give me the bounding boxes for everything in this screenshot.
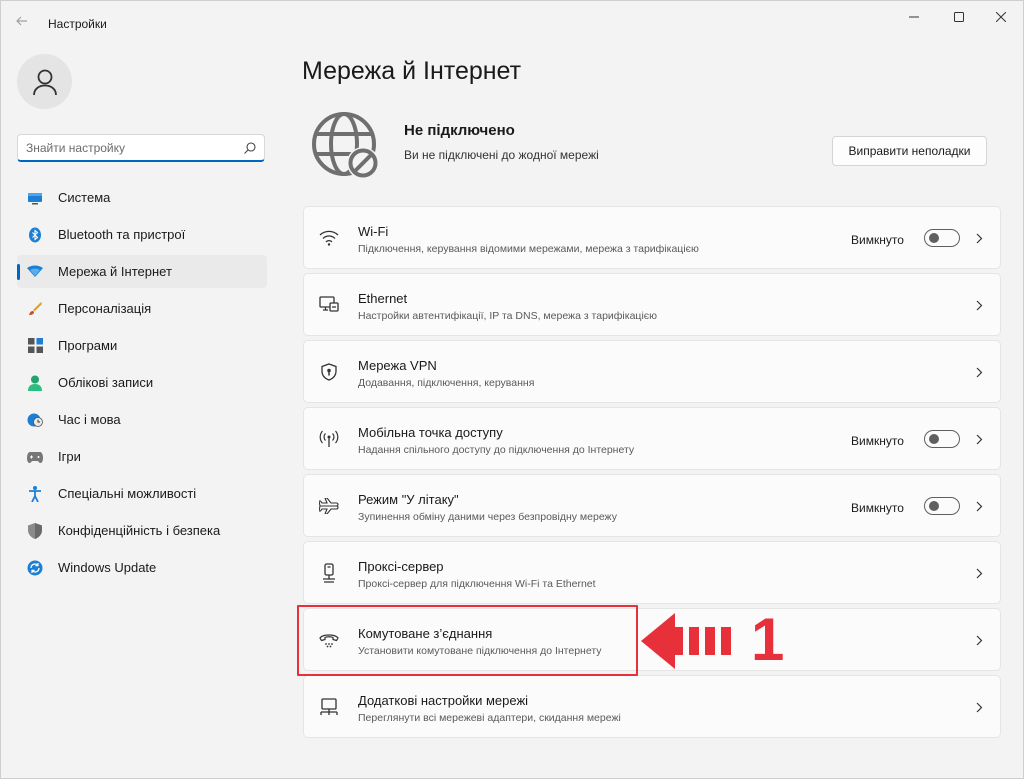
vpn-shield-icon xyxy=(319,362,339,382)
card-mobile-hotspot[interactable]: Мобільна точка доступу Надання спільного… xyxy=(303,407,1001,470)
close-icon xyxy=(996,12,1006,22)
maximize-button[interactable] xyxy=(944,7,974,27)
back-arrow-icon xyxy=(16,16,27,26)
sidebar-item-label: Облікові записи xyxy=(58,375,154,390)
sidebar-item-apps[interactable]: Програми xyxy=(17,329,267,362)
time-language-icon xyxy=(27,412,43,428)
card-title: Мобільна точка доступу xyxy=(358,425,503,440)
annotation-highlight-box xyxy=(297,605,638,676)
chevron-right-icon xyxy=(972,699,986,715)
gamepad-icon xyxy=(27,449,43,465)
status-subtitle: Ви не підключені до жодної мережі xyxy=(404,148,599,162)
windows-update-icon xyxy=(27,560,43,576)
chevron-right-icon xyxy=(972,431,986,447)
sidebar-item-label: Програми xyxy=(58,338,118,353)
sidebar-item-privacy[interactable]: Конфіденційність і безпека xyxy=(17,514,267,547)
sidebar-item-system[interactable]: Система xyxy=(17,181,267,214)
card-state-label: Вимкнуто xyxy=(851,434,904,448)
card-advanced-network[interactable]: Додаткові настройки мережі Переглянути в… xyxy=(303,675,1001,738)
sidebar-item-network[interactable]: Мережа й Інтернет xyxy=(17,255,267,288)
search-input[interactable] xyxy=(26,139,226,157)
back-button[interactable] xyxy=(15,14,35,32)
chevron-right-icon xyxy=(972,632,986,648)
accessibility-icon xyxy=(27,485,43,502)
annotation-number: 1 xyxy=(751,606,785,673)
sidebar-item-label: Ігри xyxy=(58,449,81,464)
chevron-right-icon xyxy=(972,498,986,514)
globe-disconnected-icon xyxy=(312,112,379,179)
status-title: Не підключено xyxy=(404,122,515,139)
sidebar-nav: Система Bluetooth та пристрої Мережа й І… xyxy=(17,181,267,588)
card-proxy[interactable]: Проксі-сервер Проксі-сервер для підключе… xyxy=(303,541,1001,604)
card-state-label: Вимкнуто xyxy=(851,233,904,247)
sidebar-item-label: Мережа й Інтернет xyxy=(58,264,172,279)
hotspot-icon xyxy=(319,429,339,449)
sidebar-item-label: Конфіденційність і безпека xyxy=(58,523,221,538)
airplane-icon xyxy=(319,496,339,516)
user-icon xyxy=(32,69,57,95)
airplane-toggle[interactable] xyxy=(924,497,960,515)
card-state-label: Вимкнуто xyxy=(851,501,904,515)
troubleshoot-button[interactable]: Виправити неполадки xyxy=(832,136,987,166)
sidebar-item-label: Персоналізація xyxy=(58,301,152,316)
sidebar-item-gaming[interactable]: Ігри xyxy=(17,440,267,473)
search-icon[interactable] xyxy=(243,141,257,155)
card-airplane-mode[interactable]: Режим "У літаку" Зупинення обміну даними… xyxy=(303,474,1001,537)
accounts-icon xyxy=(27,375,43,391)
card-ethernet[interactable]: Ethernet Настройки автентифікації, IP та… xyxy=(303,273,1001,336)
wifi-toggle[interactable] xyxy=(924,229,960,247)
shield-icon xyxy=(27,522,43,539)
card-subtitle: Надання спільного доступу до підключення… xyxy=(358,444,635,456)
card-subtitle: Зупинення обміну даними через безпровідн… xyxy=(358,511,617,523)
chevron-right-icon xyxy=(972,297,986,313)
chevron-right-icon xyxy=(972,230,986,246)
sidebar-item-label: Час і мова xyxy=(58,412,121,427)
search-box xyxy=(17,134,265,162)
red-arrow-left-icon xyxy=(641,613,731,669)
card-subtitle: Додавання, підключення, керування xyxy=(358,377,535,389)
sidebar-item-accounts[interactable]: Облікові записи xyxy=(17,366,267,399)
card-title: Проксі-сервер xyxy=(358,559,444,574)
chevron-right-icon xyxy=(972,565,986,581)
network-adapter-icon xyxy=(319,697,339,717)
card-wifi[interactable]: Wi-Fi Підключення, керування відомими ме… xyxy=(303,206,1001,269)
card-subtitle: Настройки автентифікації, IP та DNS, мер… xyxy=(358,310,658,322)
sidebar-item-time-language[interactable]: Час і мова xyxy=(17,403,267,436)
card-vpn[interactable]: Мережа VPN Додавання, підключення, керув… xyxy=(303,340,1001,403)
minimize-button[interactable] xyxy=(899,7,929,27)
apps-icon xyxy=(27,338,43,354)
system-display-icon xyxy=(27,190,43,206)
card-title: Додаткові настройки мережі xyxy=(358,693,529,708)
sidebar-item-windows-update[interactable]: Windows Update xyxy=(17,551,267,584)
card-title: Wi-Fi xyxy=(358,224,389,239)
card-title: Мережа VPN xyxy=(358,358,437,373)
wifi-icon xyxy=(319,228,339,248)
brush-icon xyxy=(27,301,43,317)
chevron-right-icon xyxy=(972,364,986,380)
proxy-icon xyxy=(319,563,339,583)
close-button[interactable] xyxy=(986,7,1016,27)
network-wifi-icon xyxy=(27,264,43,280)
minimize-icon xyxy=(909,16,919,18)
page-title: Мережа й Інтернет xyxy=(302,57,522,85)
sidebar-item-label: Bluetooth та пристрої xyxy=(58,227,186,242)
maximize-icon xyxy=(954,12,964,22)
bluetooth-icon xyxy=(27,227,43,243)
sidebar-item-label: Windows Update xyxy=(58,560,157,575)
avatar[interactable] xyxy=(17,54,72,109)
card-subtitle: Проксі-сервер для підключення Wi-Fi та E… xyxy=(358,578,596,590)
app-title: Настройки xyxy=(48,17,107,31)
sidebar-item-personalization[interactable]: Персоналізація xyxy=(17,292,267,325)
card-title: Ethernet xyxy=(358,291,408,306)
card-title: Режим "У літаку" xyxy=(358,492,459,507)
ethernet-icon xyxy=(319,295,339,315)
card-subtitle: Підключення, керування відомими мережами… xyxy=(358,243,699,255)
sidebar-item-accessibility[interactable]: Спеціальні можливості xyxy=(17,477,267,510)
sidebar-item-bluetooth[interactable]: Bluetooth та пристрої xyxy=(17,218,267,251)
sidebar-item-label: Система xyxy=(58,190,111,205)
sidebar-item-label: Спеціальні можливості xyxy=(58,486,197,501)
hotspot-toggle[interactable] xyxy=(924,430,960,448)
card-subtitle: Переглянути всі мережеві адаптери, скида… xyxy=(358,712,621,724)
title-bar: Настройки xyxy=(1,1,1024,45)
